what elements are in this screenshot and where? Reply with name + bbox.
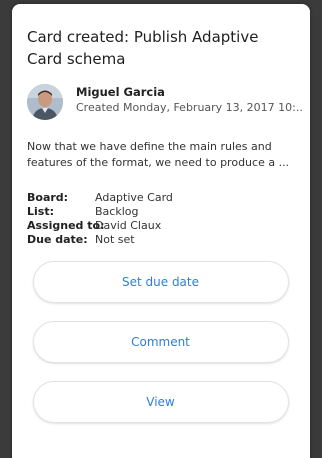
fact-assigned-to: Assigned to: David Claux (27, 219, 294, 233)
created-timestamp: Created Monday, February 13, 2017 10:... (76, 101, 304, 114)
fact-value: Not set (95, 233, 135, 246)
action-set: Set due date Comment View (27, 261, 294, 441)
comment-button[interactable]: Comment (32, 321, 289, 363)
card-title: Card created: Publish Adaptive Card sche… (27, 28, 259, 68)
description-line: features of the format, we need to produ… (27, 156, 290, 169)
fact-list: List: Backlog (27, 205, 294, 219)
fact-value: Adaptive Card (95, 191, 173, 204)
fact-label: List: (27, 205, 54, 218)
app-background: Card created: Publish Adaptive Card sche… (0, 0, 322, 458)
author-name: Miguel Garcia (76, 85, 165, 99)
fact-board: Board: Adaptive Card (27, 191, 294, 205)
view-button[interactable]: View (32, 381, 289, 423)
fact-value: Backlog (95, 205, 139, 218)
fact-label: Due date: (27, 233, 88, 246)
set-due-date-button[interactable]: Set due date (32, 261, 289, 303)
author-row: Miguel Garcia Created Monday, February 1… (27, 84, 304, 120)
author-avatar-icon (27, 84, 63, 120)
fact-set: Board: Adaptive Card List: Backlog Assig… (27, 191, 294, 247)
fact-label: Board: (27, 191, 69, 204)
description-line: Now that we have define the main rules a… (27, 140, 272, 153)
adaptive-card: Card created: Publish Adaptive Card sche… (12, 4, 310, 458)
fact-label: Assigned to: (27, 219, 105, 232)
fact-due-date: Due date: Not set (27, 233, 294, 247)
author-info: Miguel Garcia Created Monday, February 1… (76, 85, 304, 115)
card-description: Now that we have define the main rules a… (27, 139, 294, 171)
fact-value: David Claux (95, 219, 162, 232)
